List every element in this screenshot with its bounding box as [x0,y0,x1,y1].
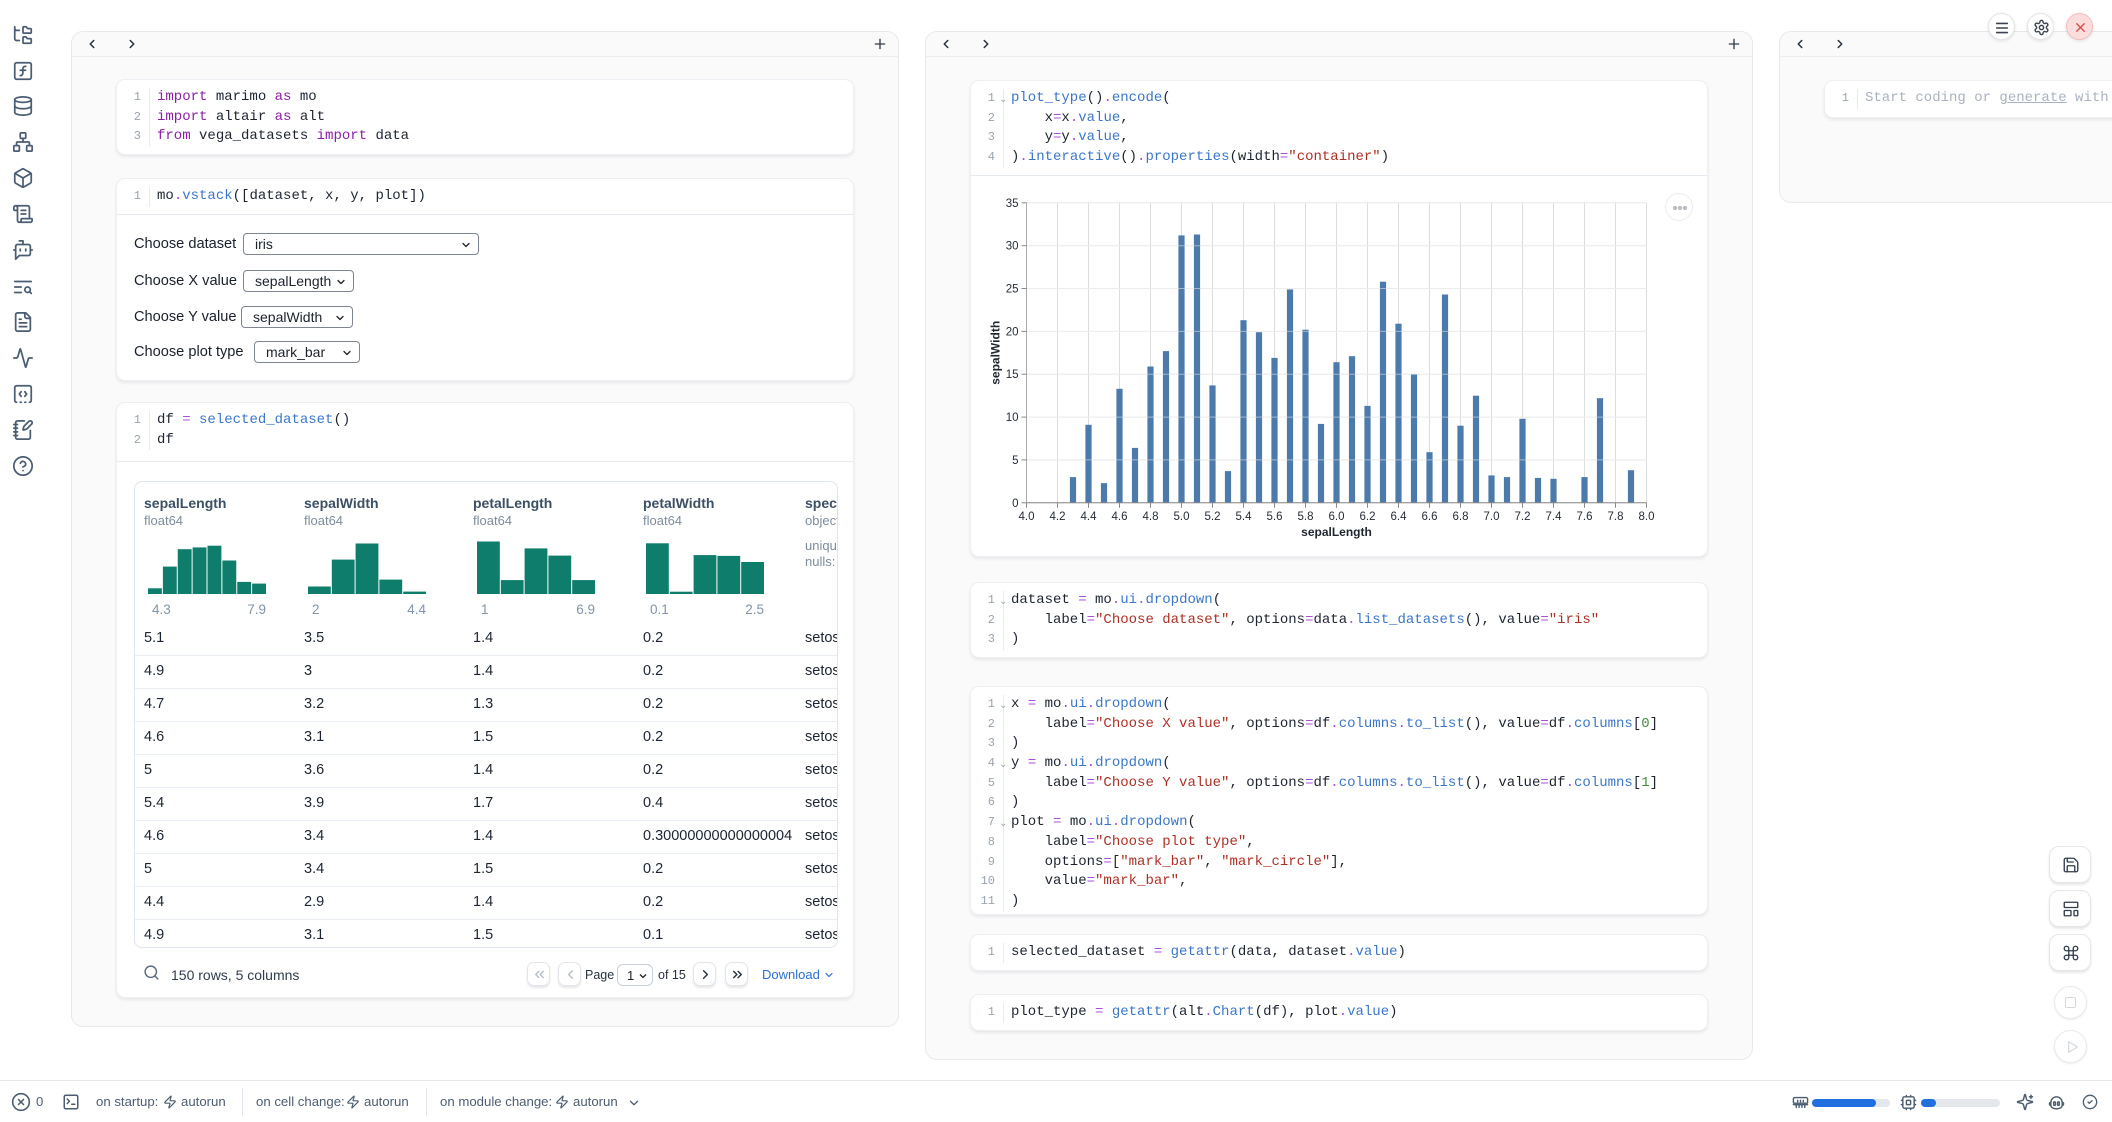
svg-text:4.6: 4.6 [1112,511,1128,523]
svg-text:6.2: 6.2 [1360,511,1376,523]
svg-text:6.8: 6.8 [1453,511,1469,523]
svg-text:sepalLength: sepalLength [1301,525,1372,539]
svg-text:4.8: 4.8 [1143,511,1159,523]
svg-text:6.6: 6.6 [1422,511,1438,523]
svg-text:6.0: 6.0 [1329,511,1345,523]
svg-text:7.0: 7.0 [1484,511,1500,523]
svg-text:7.8: 7.8 [1608,511,1624,523]
svg-text:7.6: 7.6 [1577,511,1593,523]
svg-text:5.6: 5.6 [1267,511,1283,523]
svg-text:4.2: 4.2 [1050,511,1066,523]
svg-text:5.8: 5.8 [1298,511,1314,523]
svg-text:5.0: 5.0 [1174,511,1190,523]
svg-text:5.2: 5.2 [1205,511,1221,523]
svg-text:15: 15 [1006,369,1019,381]
svg-text:4.4: 4.4 [1081,511,1098,523]
svg-text:7.2: 7.2 [1515,511,1531,523]
svg-text:5.4: 5.4 [1236,511,1253,523]
svg-text:4.0: 4.0 [1019,511,1035,523]
svg-text:30: 30 [1006,241,1019,253]
svg-text:10: 10 [1006,412,1019,424]
svg-text:20: 20 [1006,326,1019,338]
svg-text:35: 35 [1006,198,1019,210]
svg-text:7.4: 7.4 [1546,511,1563,523]
svg-text:8.0: 8.0 [1639,511,1655,523]
svg-text:6.4: 6.4 [1391,511,1408,523]
svg-text:25: 25 [1006,284,1019,296]
svg-text:5: 5 [1012,455,1018,467]
svg-text:sepalWidth: sepalWidth [989,321,1003,385]
svg-text:0: 0 [1012,498,1018,510]
